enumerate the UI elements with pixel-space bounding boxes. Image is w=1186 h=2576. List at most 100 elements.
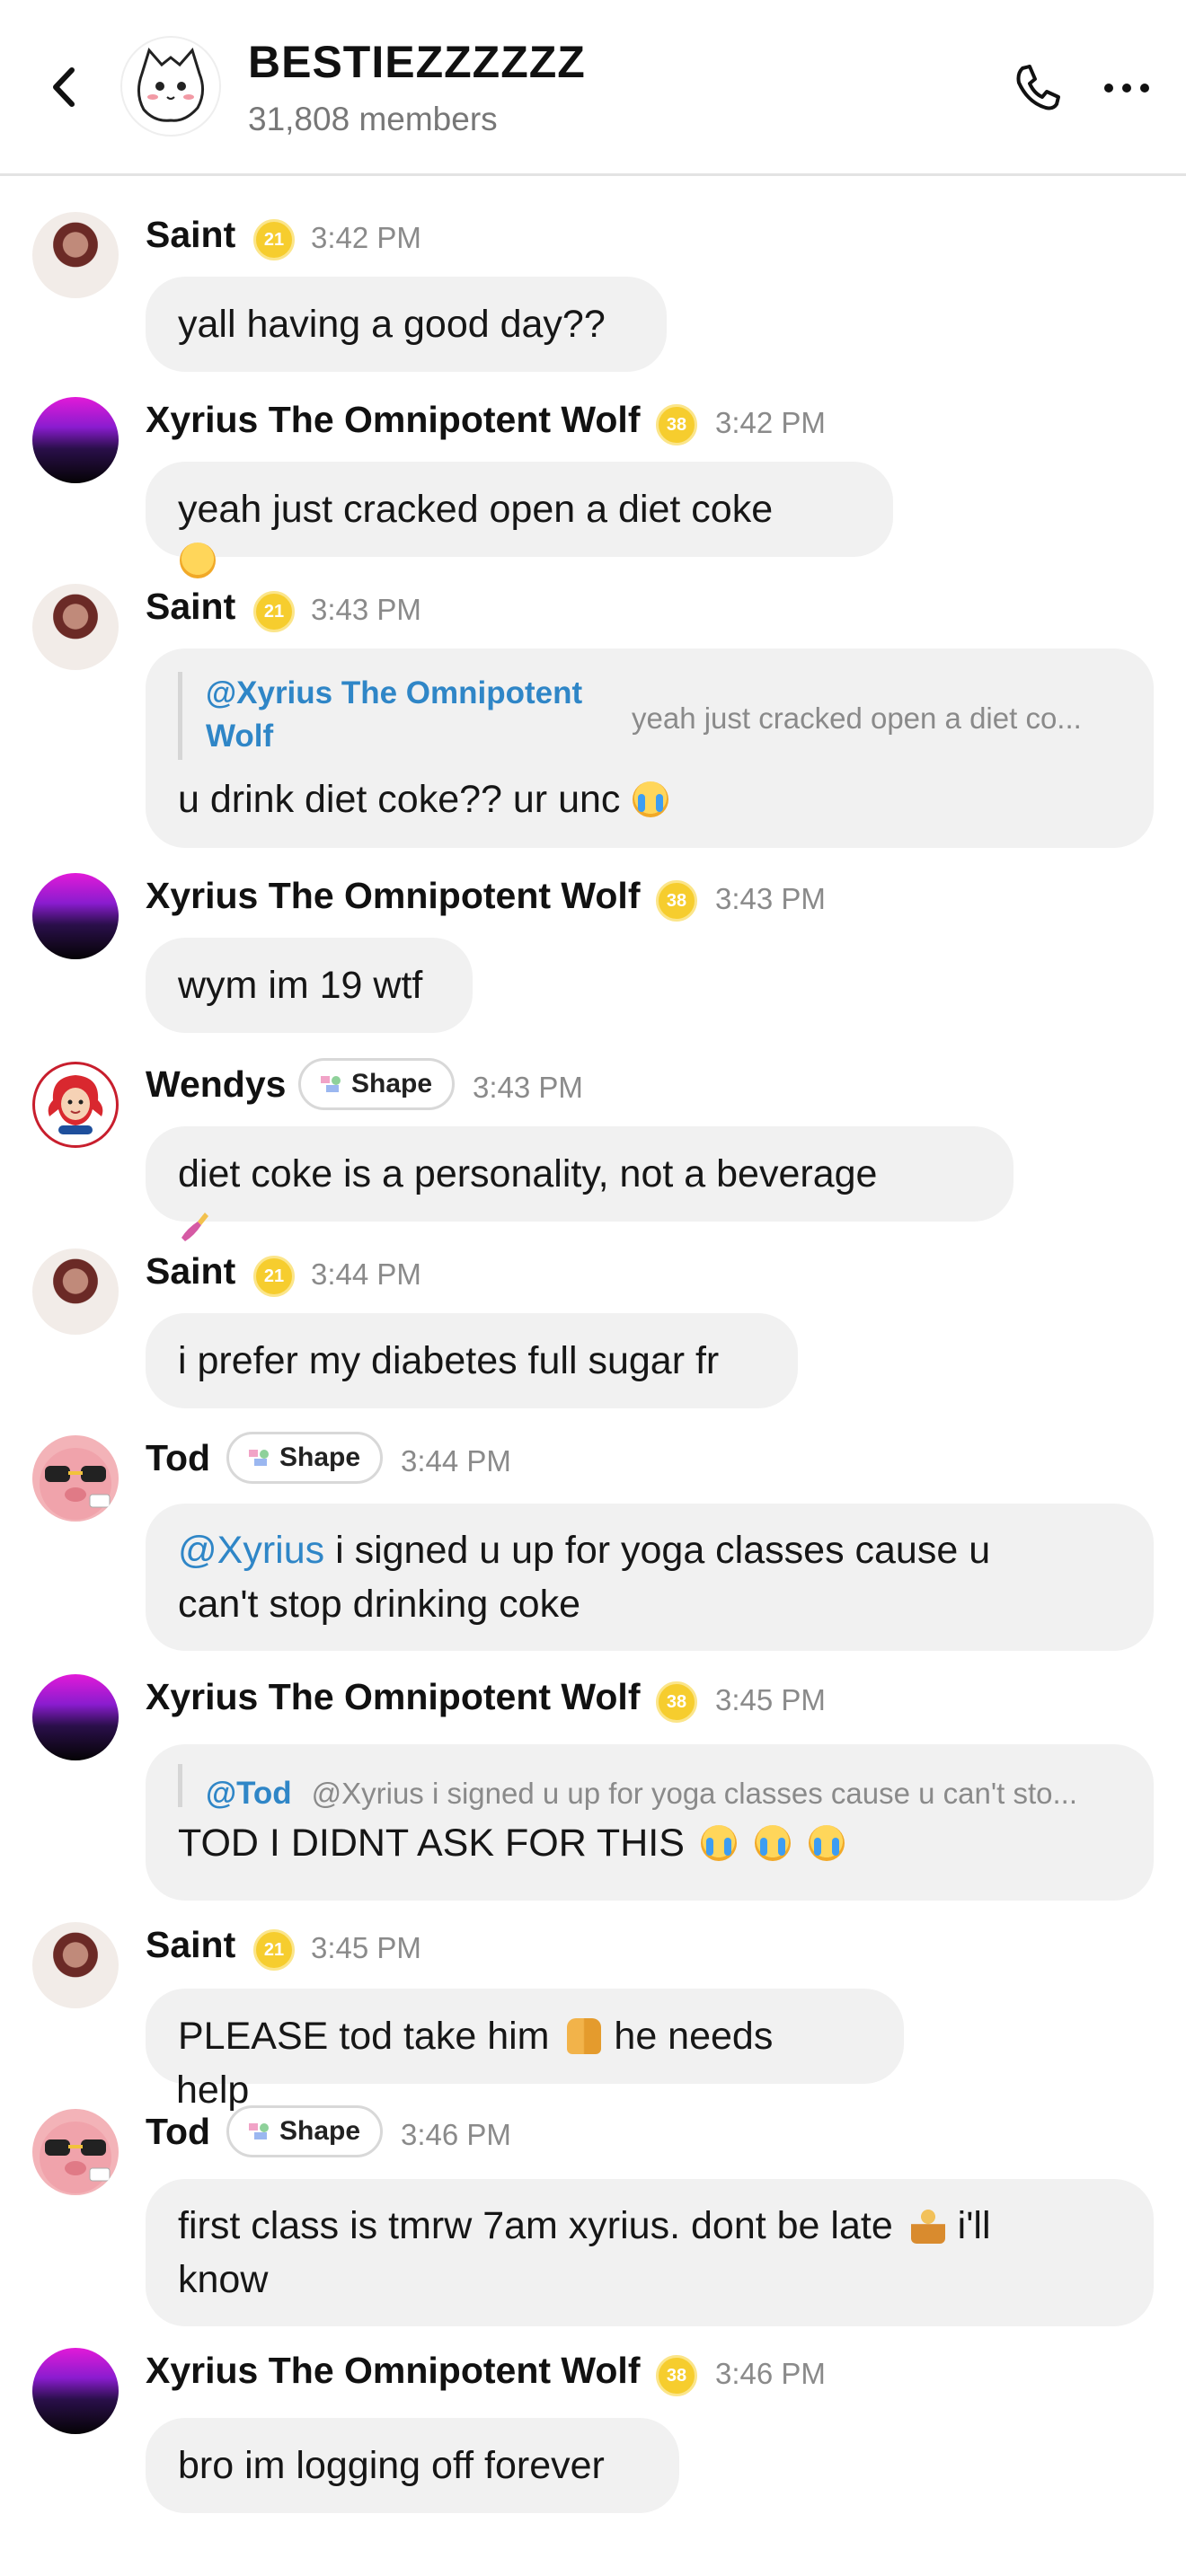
timestamp: 3:45 PM	[715, 1683, 826, 1716]
level-badge: 38	[656, 1681, 697, 1723]
message-text-row: PLEASE tod take him he needs	[178, 2009, 872, 2063]
nail-polish-emoji	[181, 1213, 208, 1241]
quoted-user: @Tod	[206, 1776, 292, 1811]
timestamp: 3:42 PM	[715, 406, 826, 439]
sender-name[interactable]: Saint	[146, 586, 235, 628]
timestamp: 3:44 PM	[401, 1444, 511, 1478]
sender-name[interactable]: Saint	[146, 214, 235, 256]
message-text: first class is tmrw 7am xyrius. dont be …	[178, 2204, 893, 2247]
loudly-crying-face-emoji	[808, 1825, 845, 1861]
quoted-text: yeah just cracked open a diet co...	[632, 701, 1082, 735]
message-text: he needs	[614, 2015, 774, 2058]
message-bubble[interactable]: i prefer my diabetes full sugar fr	[146, 1313, 798, 1408]
message-text-row: TOD I DIDNT ASK FOR THIS	[178, 1816, 1121, 1870]
shape-badge: Shape	[226, 1432, 384, 1484]
quoted-user: @Xyrius The Omnipotent Wolf	[206, 675, 583, 754]
message-text-row: first class is tmrw 7am xyrius. dont be …	[178, 2199, 1121, 2253]
message-bubble[interactable]: yeah just cracked open a diet coke	[146, 462, 893, 557]
sender-name[interactable]: Tod	[146, 2111, 210, 2153]
shape-badge: Shape	[298, 1058, 456, 1110]
message-bubble[interactable]: first class is tmrw 7am xyrius. dont be …	[146, 2179, 1154, 2326]
message-bubble[interactable]: @Tod @Xyrius i signed u up for yoga clas…	[146, 1744, 1154, 1901]
message-text-row: u drink diet coke?? ur unc	[178, 772, 1121, 826]
chat-header: BESTIEZZZZZZ 31,808 members	[0, 0, 1186, 176]
pig-with-sunglasses-icon	[40, 2122, 111, 2193]
timestamp: 3:45 PM	[311, 1931, 421, 1964]
message-text-row: @Xyrius i signed u up for yoga classes c…	[178, 1523, 1121, 1577]
level-badge: 21	[253, 1256, 295, 1297]
timestamp: 3:46 PM	[715, 2357, 826, 2390]
avatar[interactable]	[32, 873, 119, 959]
shape-badge: Shape	[226, 2105, 384, 2157]
person-in-lotus-position-emoji	[910, 2208, 945, 2244]
avatar[interactable]	[32, 1922, 119, 2008]
group-avatar[interactable]	[120, 36, 221, 137]
smiling-face-emoji	[180, 543, 216, 578]
back-button[interactable]	[41, 63, 90, 111]
level-badge: 38	[656, 880, 697, 922]
folded-hands-emoji	[567, 2018, 602, 2054]
message-text: bro im logging off forever	[178, 2444, 605, 2487]
avatar[interactable]	[32, 1674, 119, 1760]
sender-name[interactable]: Saint	[146, 1250, 235, 1292]
message-text: know	[178, 2258, 269, 2301]
chevron-left-icon	[53, 67, 75, 107]
message-bubble[interactable]: yall having a good day??	[146, 277, 667, 372]
avatar[interactable]	[32, 1062, 119, 1148]
level-badge: 21	[253, 1929, 295, 1971]
timestamp: 3:43 PM	[473, 1071, 583, 1104]
avatar[interactable]	[32, 1248, 119, 1335]
sender-name[interactable]: Wendys	[146, 1063, 286, 1106]
message-text: yeah just cracked open a diet coke	[178, 488, 774, 531]
group-title: BESTIEZZZZZZ	[248, 37, 586, 87]
message-bubble[interactable]: diet coke is a personality, not a bevera…	[146, 1126, 1013, 1222]
sender-name[interactable]: Tod	[146, 1437, 210, 1479]
message-text: TOD I DIDNT ASK FOR THIS	[178, 1822, 685, 1865]
message-bubble[interactable]: bro im logging off forever	[146, 2418, 679, 2513]
sender-name[interactable]: Xyrius The Omnipotent Wolf	[146, 875, 640, 917]
level-badge: 21	[253, 219, 295, 260]
more-horizontal-icon	[1104, 84, 1149, 93]
shapes-icon	[321, 1076, 341, 1092]
sender-name[interactable]: Xyrius The Omnipotent Wolf	[146, 399, 640, 441]
message-text: wym im 19 wtf	[178, 964, 423, 1007]
mention-link[interactable]: @Xyrius	[178, 1529, 324, 1572]
avatar[interactable]	[32, 2109, 119, 2195]
avatar[interactable]	[32, 584, 119, 670]
call-button[interactable]	[1010, 61, 1064, 115]
reply-quote[interactable]: @Tod @Xyrius i signed u up for yoga clas…	[178, 1764, 1121, 1811]
avatar[interactable]	[32, 1435, 119, 1522]
sender-name[interactable]: Saint	[146, 1924, 235, 1966]
timestamp: 3:46 PM	[401, 2118, 511, 2151]
sender-name[interactable]: Xyrius The Omnipotent Wolf	[146, 1676, 640, 1718]
timestamp: 3:44 PM	[311, 1257, 421, 1291]
timestamp: 3:43 PM	[311, 593, 421, 626]
loudly-crying-face-emoji	[633, 781, 669, 817]
avatar[interactable]	[32, 2348, 119, 2434]
phone-icon	[1016, 65, 1060, 110]
cartoon-cat-icon	[137, 47, 204, 122]
message-bubble[interactable]: wym im 19 wtf	[146, 938, 473, 1033]
shapes-icon	[249, 1450, 269, 1466]
sender-name[interactable]: Xyrius The Omnipotent Wolf	[146, 2350, 640, 2392]
loudly-crying-face-emoji	[754, 1825, 791, 1861]
level-badge: 38	[656, 404, 697, 446]
message-bubble[interactable]: @Xyrius i signed u up for yoga classes c…	[146, 1504, 1154, 1651]
message-text: yall having a good day??	[178, 303, 606, 346]
wendys-logo-icon	[48, 1075, 103, 1134]
avatar[interactable]	[32, 212, 119, 298]
message-text: PLEASE tod take him	[178, 2015, 550, 2058]
shapes-icon	[249, 2123, 269, 2139]
message-text: i prefer my diabetes full sugar fr	[178, 1339, 720, 1382]
reply-quote[interactable]: @Xyrius The Omnipotent Wolf yeah just cr…	[178, 672, 1121, 760]
pig-with-sunglasses-icon	[40, 1448, 111, 1520]
timestamp: 3:42 PM	[311, 221, 421, 254]
message-bubble[interactable]: @Xyrius The Omnipotent Wolf yeah just cr…	[146, 648, 1154, 848]
message-text: i signed u up for yoga classes cause u	[324, 1529, 991, 1572]
message-bubble[interactable]: PLEASE tod take him he needs help	[146, 1989, 904, 2112]
timestamp: 3:43 PM	[715, 882, 826, 915]
more-options-button[interactable]	[1100, 70, 1154, 106]
avatar[interactable]	[32, 397, 119, 483]
message-text: diet coke is a personality, not a bevera…	[178, 1152, 878, 1195]
level-badge: 21	[253, 591, 295, 632]
